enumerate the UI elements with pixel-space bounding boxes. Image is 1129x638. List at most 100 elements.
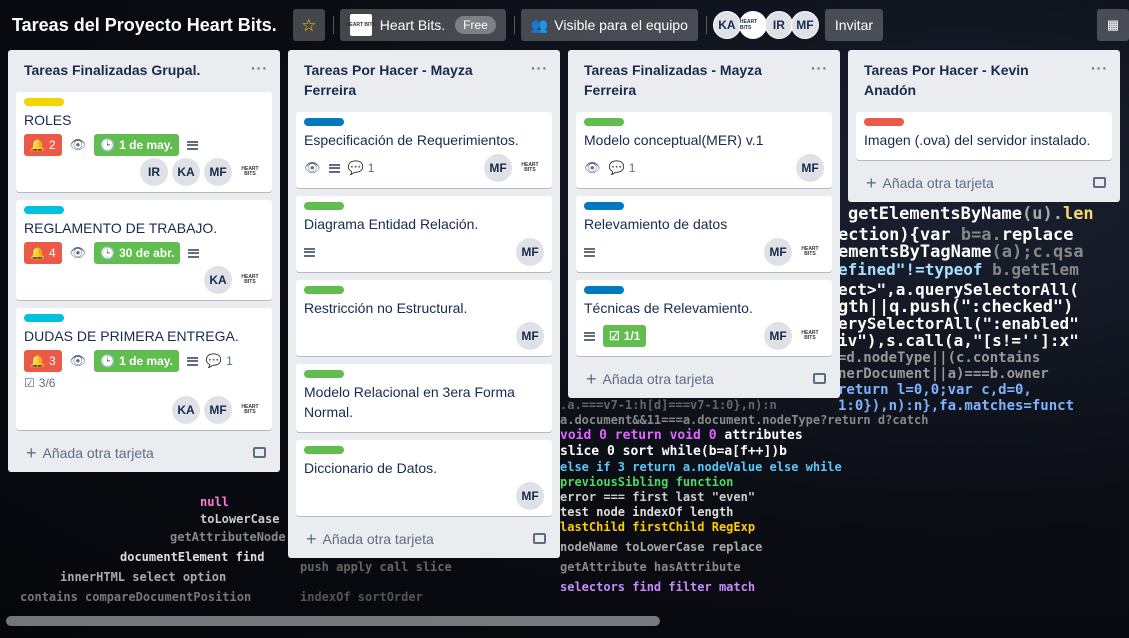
card-label[interactable] (304, 286, 344, 294)
card-label[interactable] (304, 370, 344, 378)
card-template-icon[interactable] (1093, 177, 1106, 188)
card-member-avatar[interactable]: MF (764, 238, 792, 266)
card-label[interactable] (584, 118, 624, 126)
add-card-label: Añada otra tarjeta (602, 371, 714, 387)
description-icon (186, 356, 198, 366)
add-card-button[interactable]: + Añada otra tarjeta (8, 438, 280, 472)
card[interactable]: Técnicas de Relevamiento. ☑ 1/1 MF HEART … (576, 280, 832, 356)
card-member-avatar[interactable]: MF (516, 322, 544, 350)
board-title[interactable]: Tareas del Proyecto Heart Bits. (12, 15, 277, 36)
list-header[interactable]: Tareas Por Hacer - Mayza Ferreira ··· (288, 50, 560, 104)
card-title: Diccionario de Datos. (304, 460, 438, 476)
description-icon (584, 331, 595, 341)
description-icon (328, 163, 340, 173)
due-date-badge[interactable]: 🕒 1 de may. (94, 134, 179, 156)
card-template-icon[interactable] (253, 447, 266, 458)
due-date-badge[interactable]: 🕒 30 de abr. (94, 242, 181, 264)
card-member-avatar[interactable]: IR (140, 158, 168, 186)
team-button[interactable]: HEART BITS Heart Bits. Free (339, 9, 506, 41)
card-badges: 🔔 3 👁 🕒 1 de may. 💬 1 (24, 350, 264, 372)
card-badges: MF HEART BITS (584, 238, 824, 266)
list-title: Tareas Finalizadas Grupal. (24, 62, 201, 78)
list-menu-ellipsis-icon[interactable]: ··· (531, 58, 548, 78)
checklist-badge: ☑ 1/1 (603, 325, 647, 347)
card-member-avatar[interactable]: MF (516, 482, 544, 510)
card[interactable]: Imagen (.ova) del servidor instalado. (856, 112, 1112, 160)
member-avatar[interactable]: IR (764, 11, 793, 39)
card[interactable]: Relevamiento de datos MF HEART BITS (576, 196, 832, 272)
list-menu-ellipsis-icon[interactable]: ··· (811, 58, 828, 78)
card-label[interactable] (24, 314, 64, 322)
card-member-avatar-image[interactable]: HEART BITS (236, 266, 264, 294)
comment-badge: 💬 1 (609, 157, 636, 179)
card[interactable]: Diccionario de Datos. MF (296, 440, 552, 516)
card-member-avatar[interactable]: MF (484, 154, 512, 182)
card[interactable]: DUDAS DE PRIMERA ENTREGA. 🔔 3 👁 🕒 1 de may… (16, 308, 272, 430)
card[interactable]: Modelo Relacional en 3era Forma Normal. (296, 364, 552, 432)
card[interactable]: Restricción no Estructural. MF (296, 280, 552, 356)
card[interactable]: Especificación de Requerimientos. 👁 💬 1 M… (296, 112, 552, 188)
checklist-badge: ☑ 3/6 (24, 372, 55, 394)
card-label[interactable] (304, 446, 344, 454)
visibility-button[interactable]: 👥 Visible para el equipo (520, 9, 698, 41)
card-badges: ☑ 1/1 MF HEART BITS (584, 322, 824, 350)
calendar-button[interactable]: ▦ (1097, 9, 1129, 41)
comment-badge: 💬 1 (206, 350, 233, 372)
card-label[interactable] (24, 98, 64, 106)
watch-badge: 👁 (584, 157, 601, 179)
card-member-avatar-image[interactable]: HEART BITS (796, 322, 824, 350)
card-member-avatar[interactable]: MF (204, 158, 232, 186)
card-label[interactable] (304, 118, 344, 126)
list-header[interactable]: Tareas Finalizadas - Mayza Ferreira ··· (568, 50, 840, 104)
card-label[interactable] (304, 202, 344, 210)
star-button[interactable]: ☆ (292, 9, 325, 41)
list-header[interactable]: Tareas Finalizadas Grupal. ··· (8, 50, 280, 84)
card-members: MF HEART BITS (480, 154, 544, 182)
card-member-avatar[interactable]: KA (172, 158, 200, 186)
card-title: Restricción no Estructural. (304, 300, 468, 316)
card-members: MF HEART BITS (760, 322, 824, 350)
member-avatar[interactable]: KA (712, 11, 741, 39)
add-card-button[interactable]: + Añada otra tarjeta (288, 524, 560, 558)
comment-icon: 💬 (347, 160, 364, 175)
card-template-icon[interactable] (533, 533, 546, 544)
card-label[interactable] (584, 286, 624, 294)
invite-button[interactable]: Invitar (824, 9, 884, 41)
card-member-avatar-image[interactable]: HEART BITS (796, 238, 824, 266)
add-card-button[interactable]: + Añada otra tarjeta (848, 168, 1120, 202)
card-badges: 👁 💬 1 MF HEART BITS (304, 154, 544, 182)
due-date-badge[interactable]: 🕒 1 de may. (94, 350, 179, 372)
card-label[interactable] (584, 202, 624, 210)
list-menu-ellipsis-icon[interactable]: ··· (251, 58, 268, 78)
description-badge (584, 325, 595, 347)
clock-icon: 🕒 (100, 354, 116, 368)
card-label[interactable] (24, 206, 64, 214)
description-badge (304, 241, 315, 263)
member-avatar[interactable]: MF (790, 11, 819, 39)
card[interactable]: ROLES 🔔 2 👁 🕒 1 de may. IR KA MF HEART BIT… (16, 92, 272, 192)
card-member-avatar[interactable]: MF (764, 322, 792, 350)
card-member-avatar[interactable]: MF (204, 396, 232, 424)
visibility-label: Visible para el equipo (554, 17, 688, 33)
card-template-icon[interactable] (813, 373, 826, 384)
card-label[interactable] (864, 118, 904, 126)
horizontal-scrollbar[interactable] (6, 616, 660, 626)
list-header[interactable]: Tareas Por Hacer - Kevin Anadón ··· (848, 50, 1120, 104)
add-card-label: Añada otra tarjeta (322, 531, 434, 547)
card[interactable]: Diagrama Entidad Relación. MF (296, 196, 552, 272)
card-member-avatar-image[interactable]: HEART BITS (236, 396, 264, 424)
card[interactable]: REGLAMENTO DE TRABAJO. 🔔 4 👁 🕒 30 de abr. … (16, 200, 272, 300)
card-member-avatar[interactable]: MF (796, 154, 824, 182)
card-member-avatar[interactable]: MF (516, 238, 544, 266)
card-title: DUDAS DE PRIMERA ENTREGA. (24, 328, 239, 344)
list-tareas-por-hacer-kevin: Tareas Por Hacer - Kevin Anadón ··· Imag… (848, 50, 1120, 202)
card-member-avatar-image[interactable]: HEART BITS (516, 154, 544, 182)
member-avatar-image[interactable]: HEART BITS (738, 11, 767, 39)
watch-badge: 👁 (304, 157, 321, 179)
card[interactable]: Modelo conceptual(MER) v.1 👁 💬 1 MF (576, 112, 832, 188)
card-member-avatar[interactable]: KA (172, 396, 200, 424)
card-member-avatar[interactable]: KA (204, 266, 232, 294)
add-card-button[interactable]: + Añada otra tarjeta (568, 364, 840, 398)
list-menu-ellipsis-icon[interactable]: ··· (1091, 58, 1108, 78)
card-member-avatar-image[interactable]: HEART BITS (236, 158, 264, 186)
